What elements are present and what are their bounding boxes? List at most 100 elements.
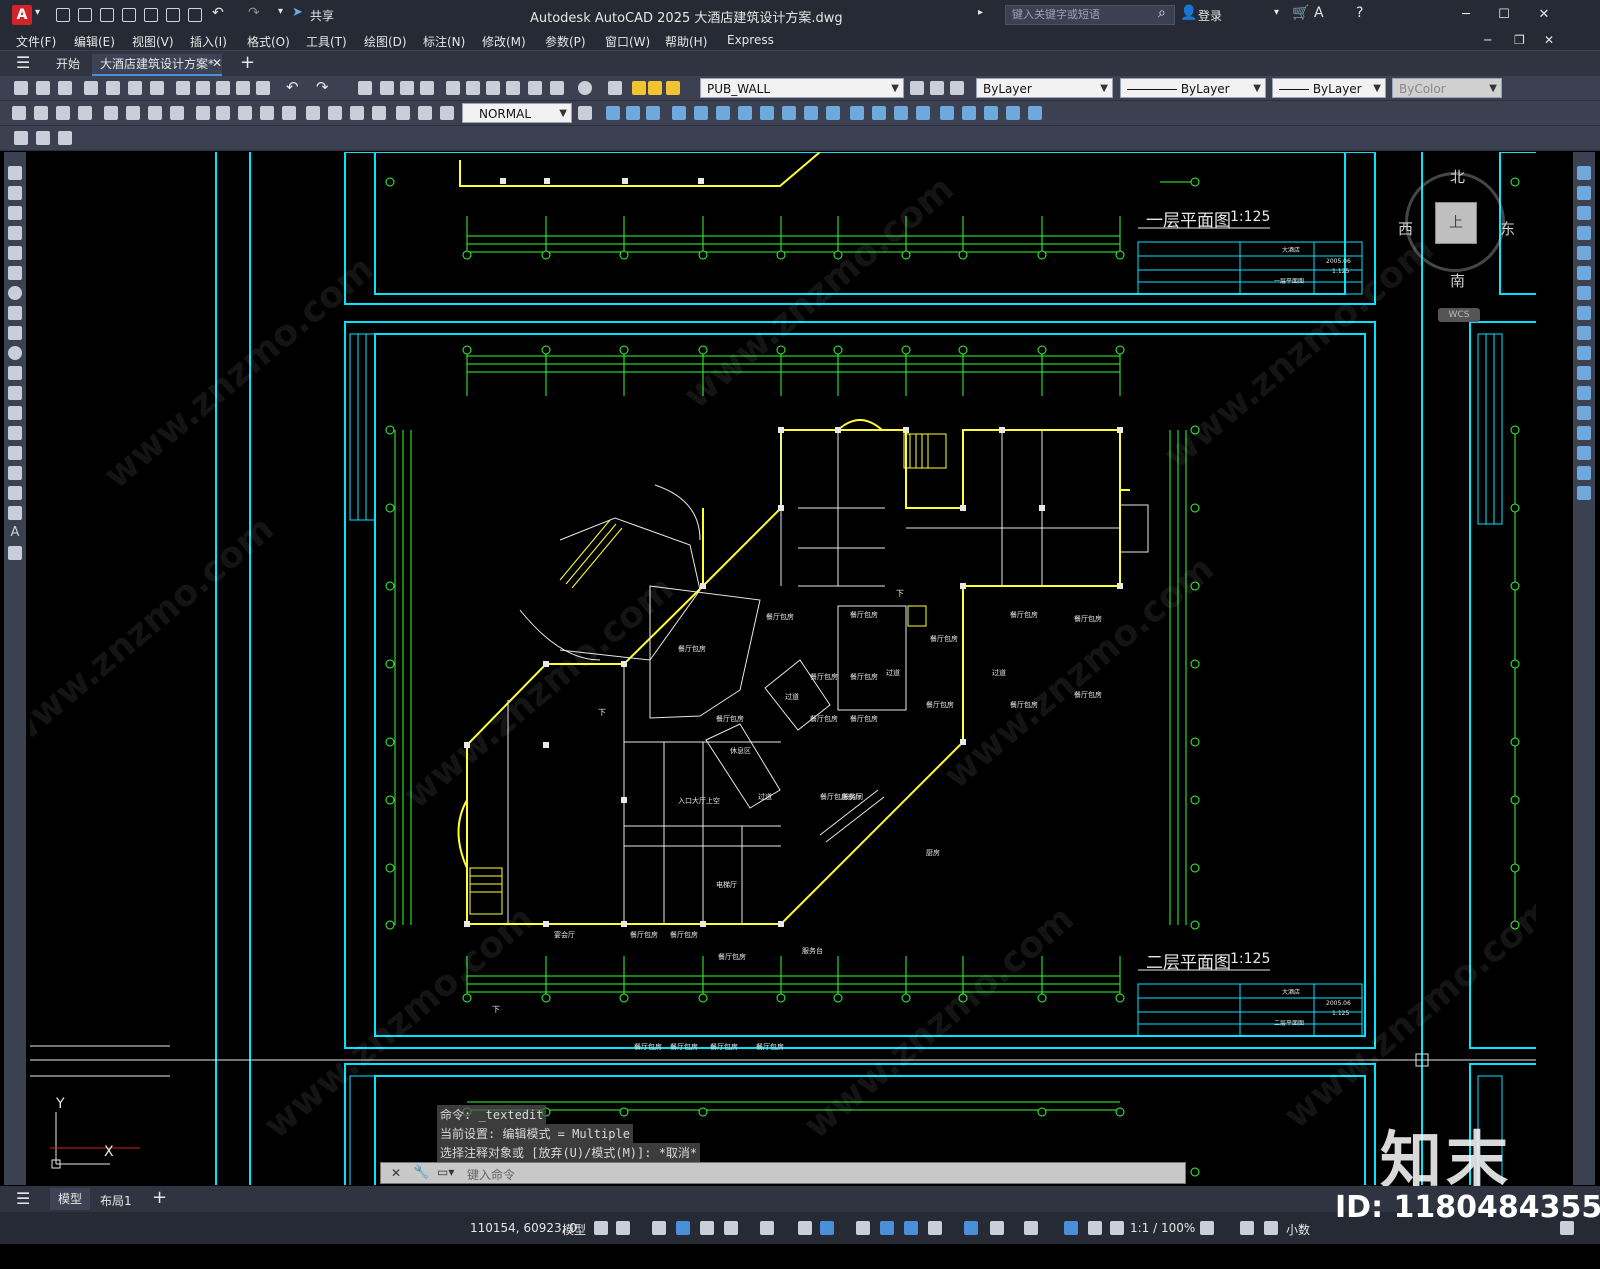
copy-side-icon[interactable] xyxy=(1577,186,1591,200)
menu-modify[interactable]: 修改(M) xyxy=(482,33,526,50)
arc-icon[interactable] xyxy=(8,266,22,280)
layout-menu-icon[interactable]: ☰ xyxy=(16,1189,30,1208)
menu-draw[interactable]: 绘图(D) xyxy=(364,33,407,50)
publish-icon[interactable] xyxy=(128,81,142,95)
new-tab-button[interactable]: + xyxy=(240,52,255,73)
diameter-dim-icon[interactable] xyxy=(148,106,162,120)
wcs-menu[interactable]: WCS xyxy=(1438,308,1480,322)
customize-icon[interactable]: 🔧 xyxy=(413,1165,429,1180)
doc-restore-icon[interactable]: ❐ xyxy=(1514,33,1525,47)
jogged-linear-icon[interactable] xyxy=(372,106,386,120)
erase-side-icon[interactable] xyxy=(1577,166,1591,180)
baseline-dim-icon[interactable] xyxy=(216,106,230,120)
autocad-logo-button[interactable]: A xyxy=(12,5,32,25)
tab-document[interactable]: 大酒店建筑设计方案* xyxy=(92,54,223,76)
hatch-icon[interactable] xyxy=(8,446,22,460)
share-button[interactable]: 共享 xyxy=(310,7,334,24)
dynamic-input-icon[interactable] xyxy=(676,1221,690,1235)
command-line[interactable]: ✕ 🔧 ▭▾ 键入命令 xyxy=(380,1162,1186,1184)
print-icon[interactable] xyxy=(84,81,98,95)
layer-on-bulb-icon[interactable] xyxy=(632,81,646,95)
point-icon[interactable] xyxy=(8,426,22,440)
copy-icon[interactable] xyxy=(196,81,210,95)
continue-dim-icon[interactable] xyxy=(238,106,252,120)
3d-osnap-icon[interactable] xyxy=(928,1221,942,1235)
redo-icon[interactable]: ↷ xyxy=(248,5,260,21)
rectangle-icon[interactable] xyxy=(8,246,22,260)
spline-icon[interactable] xyxy=(8,326,22,340)
layer-state-icon[interactable] xyxy=(950,81,964,95)
menu-express[interactable]: Express xyxy=(727,33,774,47)
make-block-icon[interactable] xyxy=(8,406,22,420)
polyline-icon[interactable] xyxy=(8,206,22,220)
zoom-previous-icon[interactable] xyxy=(420,81,434,95)
layer-thaw-sun-icon[interactable] xyxy=(648,81,662,95)
undo-toolbar-icon[interactable]: ↶ xyxy=(286,78,299,96)
polar-icon[interactable] xyxy=(724,1221,738,1235)
stretch-side-icon[interactable] xyxy=(1577,326,1591,340)
menu-help[interactable]: 帮助(H) xyxy=(665,33,707,50)
viewcube-east[interactable]: 东 xyxy=(1500,218,1515,239)
polygon-icon[interactable] xyxy=(8,226,22,240)
menu-file[interactable]: 文件(F) xyxy=(16,33,56,50)
trim-icon[interactable] xyxy=(804,106,818,120)
auto-scale-icon[interactable] xyxy=(1088,1221,1102,1235)
inspection-icon[interactable] xyxy=(350,106,364,120)
pan-icon[interactable] xyxy=(358,81,372,95)
ellipse-icon[interactable] xyxy=(8,346,22,360)
object-snap-icon[interactable] xyxy=(820,1221,834,1235)
grid-icon[interactable] xyxy=(594,1221,608,1235)
rotate-side-icon[interactable] xyxy=(1577,286,1591,300)
open-web-icon[interactable] xyxy=(144,8,158,22)
aligned-dim-icon[interactable] xyxy=(34,106,48,120)
join-side-icon[interactable] xyxy=(1577,406,1591,420)
quick-access-dropdown-icon[interactable]: ▾ xyxy=(278,6,283,17)
extend-icon[interactable] xyxy=(826,106,840,120)
copy-object-icon[interactable] xyxy=(626,106,640,120)
command-prompt-icon[interactable]: ▭▾ xyxy=(437,1165,454,1179)
maximize-button[interactable]: ☐ xyxy=(1494,6,1514,24)
chamfer-side-icon[interactable] xyxy=(1577,426,1591,440)
infer-constraints-icon[interactable] xyxy=(652,1221,666,1235)
plot-icon[interactable] xyxy=(188,8,202,22)
paste-icon[interactable] xyxy=(216,81,230,95)
explode-icon[interactable] xyxy=(940,106,954,120)
properties-icon[interactable] xyxy=(446,81,460,95)
line-icon[interactable] xyxy=(8,166,22,180)
model-space-button[interactable]: 模型 xyxy=(562,1221,586,1238)
chamfer-icon[interactable] xyxy=(894,106,908,120)
layer-dropdown[interactable]: PUB_WALL ▼ xyxy=(700,78,904,98)
stretch-icon[interactable] xyxy=(782,106,796,120)
search-icon[interactable]: ⌕ xyxy=(1158,5,1166,21)
join-icon[interactable] xyxy=(872,106,886,120)
ellipse-arc-icon[interactable] xyxy=(8,366,22,380)
doc-close-icon[interactable]: ✕ xyxy=(1544,33,1554,47)
save-file-icon[interactable] xyxy=(58,81,72,95)
tab-start[interactable]: 开始 xyxy=(48,54,88,74)
construction-line-icon[interactable] xyxy=(8,186,22,200)
autodesk-account-icon[interactable]: A xyxy=(1314,5,1324,21)
annotation-scale-icon[interactable] xyxy=(1110,1221,1124,1235)
insert-block-icon[interactable] xyxy=(8,386,22,400)
dynamic-ucs-icon[interactable] xyxy=(964,1221,978,1235)
blend-side-icon[interactable] xyxy=(1577,466,1591,480)
plotstyle-dropdown[interactable]: ByColor ▼ xyxy=(1392,78,1502,98)
arc-length-icon[interactable] xyxy=(56,106,70,120)
xref-icon[interactable] xyxy=(58,131,72,145)
linear-dim-icon[interactable] xyxy=(12,106,26,120)
make-current-layer-icon[interactable] xyxy=(910,81,924,95)
match-prop-icon[interactable] xyxy=(236,81,250,95)
calculator-icon[interactable] xyxy=(550,81,564,95)
open-file-icon[interactable] xyxy=(36,81,50,95)
ordinate-dim-icon[interactable] xyxy=(78,106,92,120)
cart-icon[interactable]: 🛒 xyxy=(1292,5,1309,21)
viewcube-north[interactable]: 北 xyxy=(1450,166,1465,187)
hyperlink-icon[interactable] xyxy=(14,131,28,145)
text-front-icon[interactable] xyxy=(1028,106,1042,120)
selection-cycling-icon[interactable] xyxy=(904,1221,918,1235)
layer-unlock-icon[interactable] xyxy=(666,81,680,95)
menu-tools[interactable]: 工具(T) xyxy=(306,33,347,50)
markup-icon[interactable] xyxy=(528,81,542,95)
tab-model[interactable]: 模型 xyxy=(50,1188,91,1210)
tab-close-icon[interactable]: ✕ xyxy=(212,56,222,70)
